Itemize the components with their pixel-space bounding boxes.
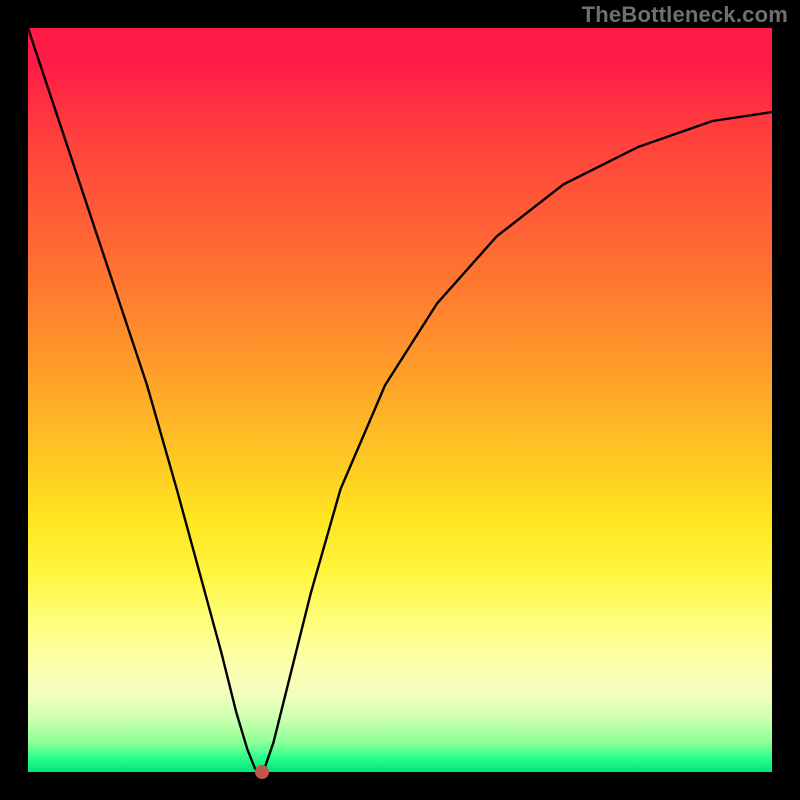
bottleneck-curve (28, 28, 772, 772)
bottleneck-marker (255, 765, 269, 779)
chart-container: TheBottleneck.com (0, 0, 800, 800)
watermark-text: TheBottleneck.com (582, 2, 788, 28)
plot-area (28, 28, 772, 772)
